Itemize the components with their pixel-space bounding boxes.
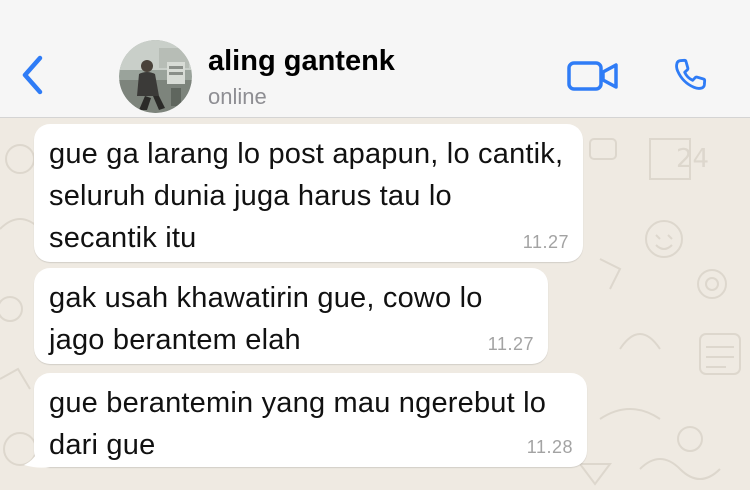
message-bubble[interactable]: gue ga larang lo post apapun, lo cantik,… xyxy=(34,124,583,262)
contact-avatar[interactable] xyxy=(119,40,192,113)
video-call-button[interactable] xyxy=(562,55,624,97)
chevron-left-icon xyxy=(22,55,43,95)
message-text: gue ga larang lo post apapun, lo cantik,… xyxy=(49,138,564,254)
message-timestamp: 11.28 xyxy=(526,437,573,457)
message-text: gue berantemin yang mau ngerebut lo dari… xyxy=(49,387,547,461)
message-timestamp: 11.27 xyxy=(522,232,569,252)
bubble-tail xyxy=(24,449,50,468)
message-text: gak usah khawatirin gue, cowo lo jago be… xyxy=(49,282,483,356)
message-timestamp: 11.27 xyxy=(487,334,534,354)
contact-status: online xyxy=(208,84,267,109)
contact-name[interactable]: aling gantenk xyxy=(208,45,395,78)
message-bubble[interactable]: gak usah khawatirin gue, cowo lo jago be… xyxy=(34,268,548,364)
voice-call-button[interactable] xyxy=(664,52,714,100)
phone-icon xyxy=(675,58,707,90)
message-bubble[interactable]: gue berantemin yang mau ngerebut lo dari… xyxy=(34,373,587,467)
back-button[interactable] xyxy=(10,50,54,100)
svg-text:24: 24 xyxy=(676,144,709,174)
chat-header: aling gantenk online xyxy=(0,0,750,118)
video-camera-icon xyxy=(567,61,618,91)
